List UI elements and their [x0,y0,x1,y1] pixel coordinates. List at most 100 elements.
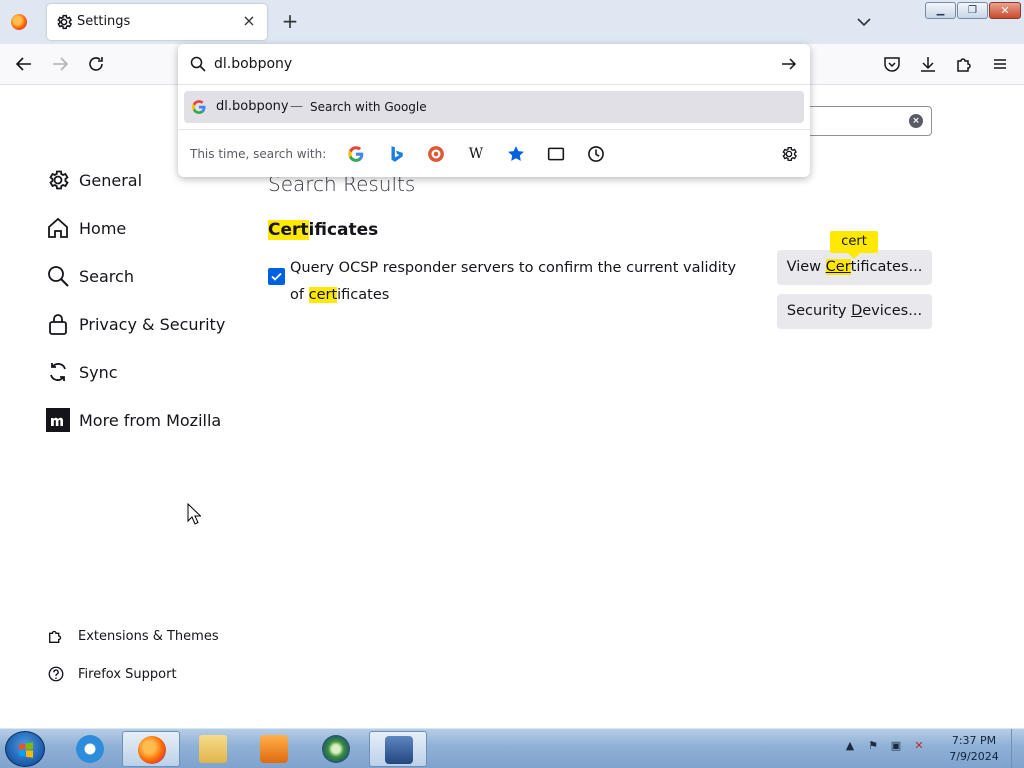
search-highlight: cert [308,287,338,303]
reload-button[interactable] [86,54,106,74]
puzzle-icon [49,630,62,643]
sidebar-footer-extensions-themes[interactable]: Extensions & Themes [47,625,219,647]
virtualbox-icon [385,736,413,764]
sidebar-item-more-from-mozilla[interactable]: More from Mozilla [46,405,221,435]
window-controls: ▁ ❐ ✕ [924,2,1021,19]
extensions-button[interactable] [954,54,974,74]
volume-muted-icon[interactable]: ✕ [912,739,926,753]
google-icon[interactable] [347,145,365,163]
taskbar-internet-explorer[interactable] [61,731,119,767]
security-devices-button[interactable]: Security Devices... [777,294,932,329]
suggestion-separator: — [290,99,303,114]
gear-icon [49,170,69,190]
history-clock-icon[interactable] [587,145,605,163]
globe-icon [322,735,350,763]
reload-icon [89,57,103,71]
suggestion-text: dl.bobpony [216,99,289,114]
find-in-settings-input[interactable]: × [806,106,932,136]
button-text: Security [786,303,852,319]
close-icon: ✕ [1000,4,1010,17]
sidebar-item-label: Home [79,218,127,238]
urlbar-dropdown: dl.bobpony — Search with Google This tim… [178,44,810,177]
checkmark-icon [271,272,282,281]
sidebar-item-label: General [79,170,143,190]
search-suggestion[interactable]: dl.bobpony — Search with Google [184,91,804,123]
puzzle-icon [957,58,971,72]
pocket-icon [884,57,900,72]
hamburger-icon [994,59,1006,69]
tab-settings[interactable]: Settings × [47,4,267,40]
pocket-button[interactable] [882,54,902,74]
windows-taskbar: ▲ ⚑ ▣ ✕ 7:37 PM 7/9/2024 [0,728,1024,768]
go-arrow-icon[interactable] [780,55,798,73]
tabs-icon[interactable] [547,145,565,163]
mozilla-icon [46,408,70,432]
sidebar-item-label: Privacy & Security [79,314,226,334]
start-button[interactable] [5,731,45,767]
action-center-flag-icon[interactable]: ⚑ [866,739,880,753]
sync-icon [50,363,66,381]
menu-button[interactable] [990,54,1010,74]
windows-logo-icon [19,742,33,758]
network-icon[interactable]: ▣ [889,739,903,753]
restore-icon: ❐ [968,5,977,16]
sidebar-item-privacy-security[interactable]: Privacy & Security [46,309,225,339]
taskbar-clock[interactable]: 7:37 PM 7/9/2024 [946,733,1002,765]
internet-explorer-icon [76,735,104,763]
system-tray: ▲ ⚑ ▣ ✕ [843,739,935,753]
wikipedia-icon[interactable]: W [467,145,485,163]
taskbar-network-app[interactable] [307,731,365,767]
back-arrow-icon [15,57,31,71]
duckduckgo-icon[interactable] [427,145,445,163]
button-text: evices... [862,303,923,319]
chevron-down-icon[interactable] [854,12,874,32]
taskbar-file-explorer[interactable] [184,731,242,767]
ocsp-checkbox[interactable] [268,268,285,285]
label-text: ificates [337,287,390,303]
tray-expand-icon[interactable]: ▲ [843,739,857,753]
clear-search-icon[interactable]: × [909,114,923,128]
button-text: View [786,259,826,275]
close-tab-button[interactable]: × [239,10,259,32]
minimize-icon: ▁ [936,5,945,16]
forward-button[interactable] [50,54,70,74]
sidebar-item-sync[interactable]: Sync [46,357,118,387]
sidebar-item-label: Search [79,266,134,286]
heading-text: ificates [308,220,379,240]
firefox-icon [138,736,166,764]
search-icon [48,266,69,287]
divider [178,84,810,85]
firefox-icon[interactable] [11,14,27,30]
bookmarks-star-icon[interactable] [507,145,525,163]
oneoff-label: This time, search with: [190,147,327,161]
access-key: D [851,303,863,319]
lock-icon [49,314,67,335]
minimize-button[interactable]: ▁ [925,2,956,19]
downloads-button[interactable] [918,54,938,74]
taskbar-virtualbox[interactable] [369,731,427,767]
folder-icon [199,735,227,763]
sidebar-item-search[interactable]: Search [46,261,134,291]
sidebar-item-general[interactable]: General [46,165,142,195]
mouse-cursor-icon [187,503,201,525]
tab-strip: Settings × + ▁ ❐ ✕ [0,0,1024,44]
sidebar-item-label: Sync [79,362,118,382]
search-settings-gear-icon[interactable] [780,145,798,163]
search-highlight: Cert [268,220,309,240]
url-input[interactable] [214,53,774,75]
gear-icon [57,14,73,30]
sidebar-footer-firefox-support[interactable]: Firefox Support [47,663,177,685]
bing-icon[interactable] [387,145,405,163]
sidebar-item-home[interactable]: Home [46,213,126,243]
back-button[interactable] [14,54,34,74]
taskbar-media-player[interactable] [245,731,303,767]
show-desktop-button[interactable] [1011,729,1024,768]
tab-title: Settings [77,14,131,29]
download-icon [921,57,935,72]
close-window-button[interactable]: ✕ [989,2,1021,19]
new-tab-button[interactable]: + [280,10,300,32]
ocsp-checkbox-label[interactable]: Query OCSP responder servers to confirm … [290,255,750,309]
restore-button[interactable]: ❐ [957,2,988,19]
taskbar-firefox[interactable] [122,731,180,767]
forward-arrow-icon [53,57,69,71]
